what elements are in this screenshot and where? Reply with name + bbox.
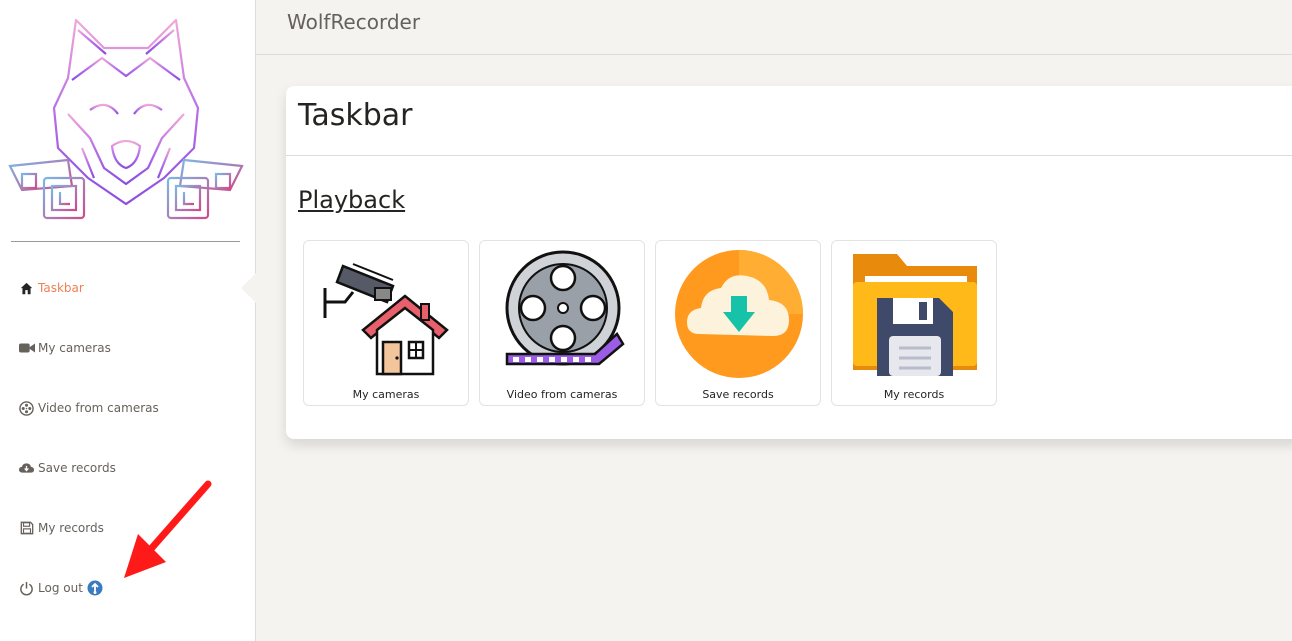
- sidebar-item-my-cameras[interactable]: My cameras: [18, 338, 111, 358]
- home-icon: [18, 280, 35, 297]
- playback-section-link[interactable]: Playback: [298, 186, 405, 214]
- tile-video-from-cameras[interactable]: Video from cameras: [479, 240, 645, 406]
- sidebar-item-video-from-cameras[interactable]: Video from cameras: [18, 398, 159, 418]
- page-title: Taskbar: [298, 98, 413, 133]
- sidebar-item-label: My records: [38, 521, 104, 535]
- sidebar: Taskbar My cameras Video from cameras Sa…: [0, 0, 256, 641]
- tile-label: Save records: [702, 388, 774, 401]
- sidebar-item-label: Log out: [38, 581, 83, 595]
- taskbar-card: Taskbar Playback My cameras Video from c…: [286, 86, 1292, 439]
- folder-floppy-icon: [853, 254, 977, 376]
- tile-my-cameras[interactable]: My cameras: [303, 240, 469, 406]
- sidebar-item-save-records[interactable]: Save records: [18, 458, 116, 478]
- floppy-disk-icon: [18, 520, 35, 537]
- cloud-download-icon: [675, 250, 803, 378]
- sidebar-item-label: My cameras: [38, 341, 111, 355]
- sidebar-item-my-records[interactable]: My records: [18, 518, 104, 538]
- card-divider: [286, 155, 1292, 156]
- top-navbar: WolfRecorder: [256, 0, 1292, 55]
- tile-save-records[interactable]: Save records: [655, 240, 821, 406]
- tile-label: Video from cameras: [506, 388, 618, 401]
- sidebar-item-label: Taskbar: [38, 281, 84, 295]
- app-title[interactable]: WolfRecorder: [287, 10, 420, 34]
- exit-badge-icon: [87, 580, 103, 596]
- sidebar-item-log-out[interactable]: Log out: [18, 578, 103, 598]
- camera-house-icon: [323, 263, 449, 376]
- active-item-caret: [241, 273, 256, 303]
- tile-my-records[interactable]: My records: [831, 240, 997, 406]
- sidebar-divider: [11, 241, 240, 242]
- sidebar-item-label: Save records: [38, 461, 116, 475]
- tile-label: My cameras: [352, 388, 420, 401]
- wolf-logo-icon[interactable]: [8, 18, 244, 222]
- cloud-download-icon: [18, 460, 35, 477]
- power-icon: [18, 580, 35, 597]
- sidebar-item-taskbar[interactable]: Taskbar: [18, 278, 84, 298]
- video-camera-icon: [18, 340, 35, 357]
- tile-label: My records: [883, 388, 945, 401]
- film-reel-icon: [18, 400, 35, 417]
- sidebar-item-label: Video from cameras: [38, 401, 159, 415]
- film-reel-icon: [505, 250, 625, 366]
